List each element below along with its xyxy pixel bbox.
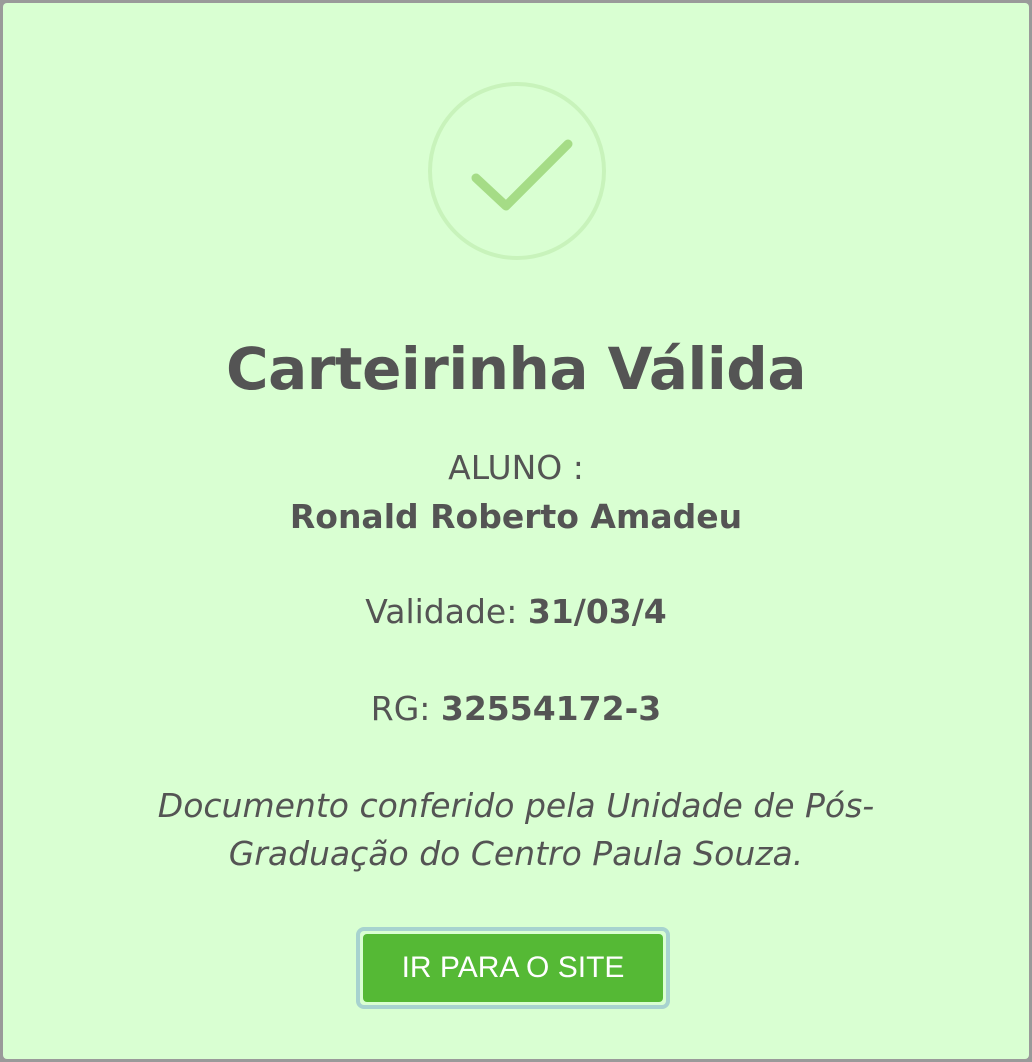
validation-dialog: Carteirinha Válida ALUNO : Ronald Robert… [3, 3, 1029, 1059]
issuer-note: Documento conferido pela Unidade de Pós-… [157, 786, 875, 873]
button-focus-ring: IR PARA O SITE [356, 927, 670, 1009]
rg-value: 32554172-3 [440, 689, 662, 728]
student-label: ALUNO : [448, 448, 584, 487]
validity-label: Validade: [365, 592, 528, 631]
validity-value: 31/03/4 [527, 592, 667, 631]
go-to-site-button[interactable]: IR PARA O SITE [363, 934, 663, 1002]
validity-line: Validade: 31/03/4 [3, 589, 1029, 635]
rg-label: RG: [370, 689, 441, 728]
student-name: Ronald Roberto Amadeu [289, 497, 743, 536]
rg-line: RG: 32554172-3 [3, 686, 1029, 732]
success-icon-ring [428, 82, 606, 260]
dialog-title: Carteirinha Válida [226, 335, 806, 403]
check-icon [471, 139, 573, 211]
